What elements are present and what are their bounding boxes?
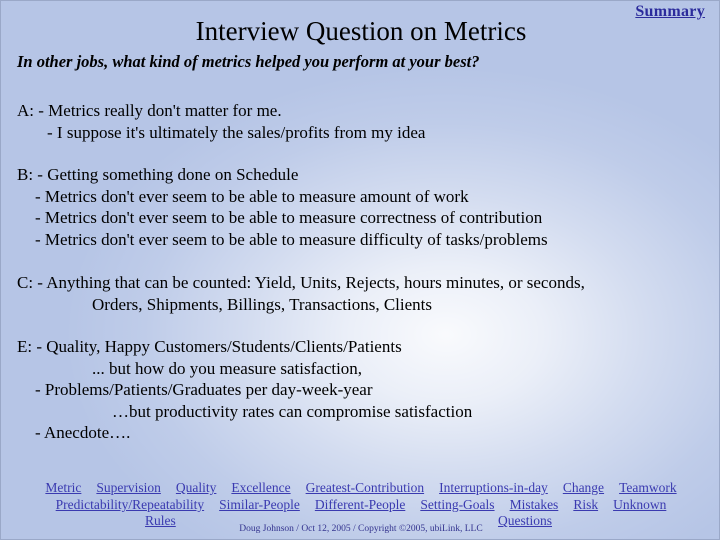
footer-link-different-people[interactable]: Different-People — [315, 496, 405, 513]
footer-link-supervision[interactable]: Supervision — [96, 479, 161, 496]
summary-link[interactable]: Summary — [635, 3, 705, 21]
answer-line: - Metrics don't ever seem to be able to … — [35, 229, 548, 249]
page-title: Interview Question on Metrics — [195, 16, 527, 46]
copyright-notice: Doug Johnson / Oct 12, 2005 / Copyright … — [239, 524, 483, 534]
answer-block-b: B: - Getting something done on Schedule … — [17, 164, 717, 250]
footer-link-unknown[interactable]: Unknown — [613, 496, 666, 513]
answer-line: - Anecdote…. — [35, 423, 131, 442]
answer-line: E: - Quality, Happy Customers/Students/C… — [17, 337, 402, 356]
footer-link-row-2: Predictability/Repeatability Similar-Peo… — [1, 496, 719, 513]
answer-line: - Problems/Patients/Graduates per day-we… — [35, 380, 373, 399]
answer-line: - Metrics don't ever seem to be able to … — [35, 186, 469, 206]
slide-canvas: Interview Question on Metrics Summary In… — [0, 0, 720, 540]
answer-line: - I suppose it's ultimately the sales/pr… — [47, 122, 426, 142]
answer-block-a: A: - Metrics really don't matter for me.… — [17, 100, 717, 143]
answer-line: …but productivity rates can compromise s… — [112, 401, 473, 421]
footer-link-metric[interactable]: Metric — [45, 479, 81, 496]
answer-line: C: - Anything that can be counted: Yield… — [17, 273, 585, 292]
answer-line: B: - Getting something done on Schedule — [17, 165, 299, 184]
footer-link-mistakes[interactable]: Mistakes — [510, 496, 559, 513]
answer-line: A: - Metrics really don't matter for me. — [17, 101, 282, 120]
answer-line: - Metrics don't ever seem to be able to … — [35, 208, 543, 227]
footer-link-excellence[interactable]: Excellence — [231, 479, 290, 496]
footer-link-row-1: Metric Supervision Quality Excellence Gr… — [1, 479, 719, 496]
footer-link-predictability-repeatability[interactable]: Predictability/Repeatability — [56, 496, 204, 513]
footer-link-similar-people[interactable]: Similar-People — [219, 496, 300, 513]
answer-block-e: E: - Quality, Happy Customers/Students/C… — [17, 336, 717, 444]
footer-link-greatest-contribution[interactable]: Greatest-Contribution — [306, 479, 424, 496]
footer-link-setting-goals[interactable]: Setting-Goals — [420, 496, 494, 513]
answer-block-c: C: - Anything that can be counted: Yield… — [17, 272, 717, 315]
footer-link-change[interactable]: Change — [563, 479, 604, 496]
subtitle: In other jobs, what kind of metrics help… — [17, 52, 480, 71]
answer-line: ... but how do you measure satisfaction, — [92, 358, 363, 378]
footer-link-quality[interactable]: Quality — [176, 479, 217, 496]
footer-link-risk[interactable]: Risk — [573, 496, 598, 513]
footer-link-teamwork[interactable]: Teamwork — [619, 479, 677, 496]
footer-link-interruptions-in-day[interactable]: Interruptions-in-day — [439, 479, 548, 496]
answer-line: Orders, Shipments, Billings, Transaction… — [92, 294, 433, 314]
